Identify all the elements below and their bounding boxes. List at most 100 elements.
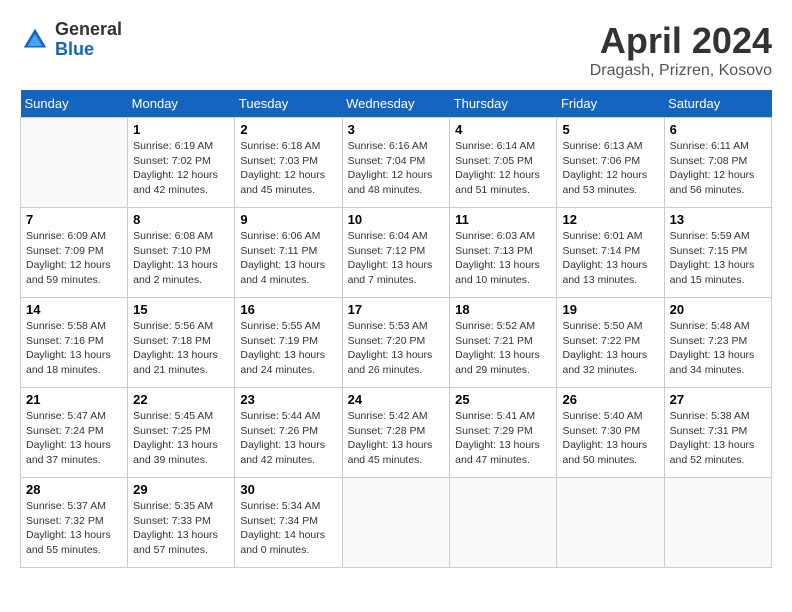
weekday-header-friday: Friday	[557, 90, 664, 118]
day-info: Sunrise: 6:06 AMSunset: 7:11 PMDaylight:…	[240, 229, 336, 288]
day-cell: 30 Sunrise: 5:34 AMSunset: 7:34 PMDayligh…	[235, 478, 342, 568]
title-block: April 2024 Dragash, Prizren, Kosovo	[590, 20, 772, 80]
day-info: Sunrise: 5:45 AMSunset: 7:25 PMDaylight:…	[133, 409, 229, 468]
day-info: Sunrise: 5:38 AMSunset: 7:31 PMDaylight:…	[670, 409, 766, 468]
day-cell	[664, 478, 771, 568]
day-info: Sunrise: 5:58 AMSunset: 7:16 PMDaylight:…	[26, 319, 122, 378]
day-info: Sunrise: 5:47 AMSunset: 7:24 PMDaylight:…	[26, 409, 122, 468]
day-info: Sunrise: 5:41 AMSunset: 7:29 PMDaylight:…	[455, 409, 551, 468]
day-number: 30	[240, 482, 336, 497]
day-number: 5	[562, 122, 658, 137]
day-cell: 14 Sunrise: 5:58 AMSunset: 7:16 PMDayligh…	[21, 298, 128, 388]
day-cell: 5Sunrise: 6:13 AMSunset: 7:06 PMDaylight…	[557, 118, 664, 208]
day-number: 24	[348, 392, 445, 407]
day-cell: 3 Sunrise: 6:16 AMSunset: 7:04 PMDaylight…	[342, 118, 450, 208]
day-number: 23	[240, 392, 336, 407]
day-number: 12	[562, 212, 658, 227]
day-cell: 9 Sunrise: 6:06 AMSunset: 7:11 PMDaylight…	[235, 208, 342, 298]
day-cell: 23 Sunrise: 5:44 AMSunset: 7:26 PMDayligh…	[235, 388, 342, 478]
day-number: 16	[240, 302, 336, 317]
day-number: 14	[26, 302, 122, 317]
day-info: Sunrise: 5:50 AMSunset: 7:22 PMDaylight:…	[562, 319, 658, 378]
day-info: Sunrise: 5:55 AMSunset: 7:19 PMDaylight:…	[240, 319, 336, 378]
weekday-header-saturday: Saturday	[664, 90, 771, 118]
day-info: Sunrise: 6:16 AMSunset: 7:04 PMDaylight:…	[348, 139, 445, 198]
day-cell: 19 Sunrise: 5:50 AMSunset: 7:22 PMDayligh…	[557, 298, 664, 388]
day-info: Sunrise: 5:35 AMSunset: 7:33 PMDaylight:…	[133, 499, 229, 558]
day-info: Sunrise: 5:40 AMSunset: 7:30 PMDaylight:…	[562, 409, 658, 468]
day-info: Sunrise: 5:59 AMSunset: 7:15 PMDaylight:…	[670, 229, 766, 288]
day-cell	[557, 478, 664, 568]
day-number: 6	[670, 122, 766, 137]
day-number: 7	[26, 212, 122, 227]
day-cell: 12 Sunrise: 6:01 AMSunset: 7:14 PMDayligh…	[557, 208, 664, 298]
day-number: 1	[133, 122, 229, 137]
day-cell: 10 Sunrise: 6:04 AMSunset: 7:12 PMDayligh…	[342, 208, 450, 298]
day-cell: 2 Sunrise: 6:18 AMSunset: 7:03 PMDaylight…	[235, 118, 342, 208]
week-row-5: 28 Sunrise: 5:37 AMSunset: 7:32 PMDayligh…	[21, 478, 772, 568]
logo-icon	[20, 25, 50, 55]
day-cell: 25 Sunrise: 5:41 AMSunset: 7:29 PMDayligh…	[450, 388, 557, 478]
month-title: April 2024	[590, 20, 772, 62]
week-row-4: 21 Sunrise: 5:47 AMSunset: 7:24 PMDayligh…	[21, 388, 772, 478]
weekday-header-tuesday: Tuesday	[235, 90, 342, 118]
weekday-header-monday: Monday	[128, 90, 235, 118]
day-info: Sunrise: 6:14 AMSunset: 7:05 PMDaylight:…	[455, 139, 551, 198]
day-info: Sunrise: 5:42 AMSunset: 7:28 PMDaylight:…	[348, 409, 445, 468]
page-header: General Blue April 2024 Dragash, Prizren…	[20, 20, 772, 80]
logo: General Blue	[20, 20, 122, 60]
location: Dragash, Prizren, Kosovo	[590, 62, 772, 80]
day-number: 4	[455, 122, 551, 137]
day-info: Sunrise: 5:53 AMSunset: 7:20 PMDaylight:…	[348, 319, 445, 378]
day-info: Sunrise: 5:52 AMSunset: 7:21 PMDaylight:…	[455, 319, 551, 378]
week-row-2: 7 Sunrise: 6:09 AMSunset: 7:09 PMDaylight…	[21, 208, 772, 298]
day-number: 3	[348, 122, 445, 137]
day-number: 26	[562, 392, 658, 407]
weekday-header-thursday: Thursday	[450, 90, 557, 118]
day-number: 27	[670, 392, 766, 407]
week-row-3: 14 Sunrise: 5:58 AMSunset: 7:16 PMDayligh…	[21, 298, 772, 388]
day-info: Sunrise: 5:37 AMSunset: 7:32 PMDaylight:…	[26, 499, 122, 558]
day-cell: 21 Sunrise: 5:47 AMSunset: 7:24 PMDayligh…	[21, 388, 128, 478]
day-number: 11	[455, 212, 551, 227]
day-number: 21	[26, 392, 122, 407]
day-number: 10	[348, 212, 445, 227]
day-info: Sunrise: 6:01 AMSunset: 7:14 PMDaylight:…	[562, 229, 658, 288]
day-info: Sunrise: 6:18 AMSunset: 7:03 PMDaylight:…	[240, 139, 336, 198]
day-cell: 29 Sunrise: 5:35 AMSunset: 7:33 PMDayligh…	[128, 478, 235, 568]
day-number: 20	[670, 302, 766, 317]
day-cell: 16 Sunrise: 5:55 AMSunset: 7:19 PMDayligh…	[235, 298, 342, 388]
logo-blue: Blue	[55, 40, 122, 60]
day-info: Sunrise: 5:56 AMSunset: 7:18 PMDaylight:…	[133, 319, 229, 378]
day-info: Sunrise: 5:44 AMSunset: 7:26 PMDaylight:…	[240, 409, 336, 468]
day-cell: 4 Sunrise: 6:14 AMSunset: 7:05 PMDaylight…	[450, 118, 557, 208]
day-info: Sunrise: 6:09 AMSunset: 7:09 PMDaylight:…	[26, 229, 122, 288]
day-info: Sunrise: 5:34 AMSunset: 7:34 PMDaylight:…	[240, 499, 336, 558]
weekday-header-sunday: Sunday	[21, 90, 128, 118]
logo-general: General	[55, 20, 122, 40]
day-info: Sunrise: 6:11 AMSunset: 7:08 PMDaylight:…	[670, 139, 766, 198]
day-cell: 24 Sunrise: 5:42 AMSunset: 7:28 PMDayligh…	[342, 388, 450, 478]
day-number: 17	[348, 302, 445, 317]
logo-text: General Blue	[55, 20, 122, 60]
weekday-header-row: SundayMondayTuesdayWednesdayThursdayFrid…	[21, 90, 772, 118]
day-number: 29	[133, 482, 229, 497]
day-cell	[450, 478, 557, 568]
day-number: 19	[562, 302, 658, 317]
day-cell: 11 Sunrise: 6:03 AMSunset: 7:13 PMDayligh…	[450, 208, 557, 298]
day-info: Sunrise: 6:04 AMSunset: 7:12 PMDaylight:…	[348, 229, 445, 288]
day-info: Sunrise: 5:48 AMSunset: 7:23 PMDaylight:…	[670, 319, 766, 378]
day-number: 28	[26, 482, 122, 497]
day-number: 8	[133, 212, 229, 227]
day-cell: 6 Sunrise: 6:11 AMSunset: 7:08 PMDaylight…	[664, 118, 771, 208]
day-cell: 20 Sunrise: 5:48 AMSunset: 7:23 PMDayligh…	[664, 298, 771, 388]
day-number: 2	[240, 122, 336, 137]
day-cell: 17 Sunrise: 5:53 AMSunset: 7:20 PMDayligh…	[342, 298, 450, 388]
day-info: Sunrise: 6:03 AMSunset: 7:13 PMDaylight:…	[455, 229, 551, 288]
day-cell: 15 Sunrise: 5:56 AMSunset: 7:18 PMDayligh…	[128, 298, 235, 388]
day-number: 9	[240, 212, 336, 227]
day-cell	[342, 478, 450, 568]
day-number: 25	[455, 392, 551, 407]
day-cell: 26 Sunrise: 5:40 AMSunset: 7:30 PMDayligh…	[557, 388, 664, 478]
day-number: 15	[133, 302, 229, 317]
